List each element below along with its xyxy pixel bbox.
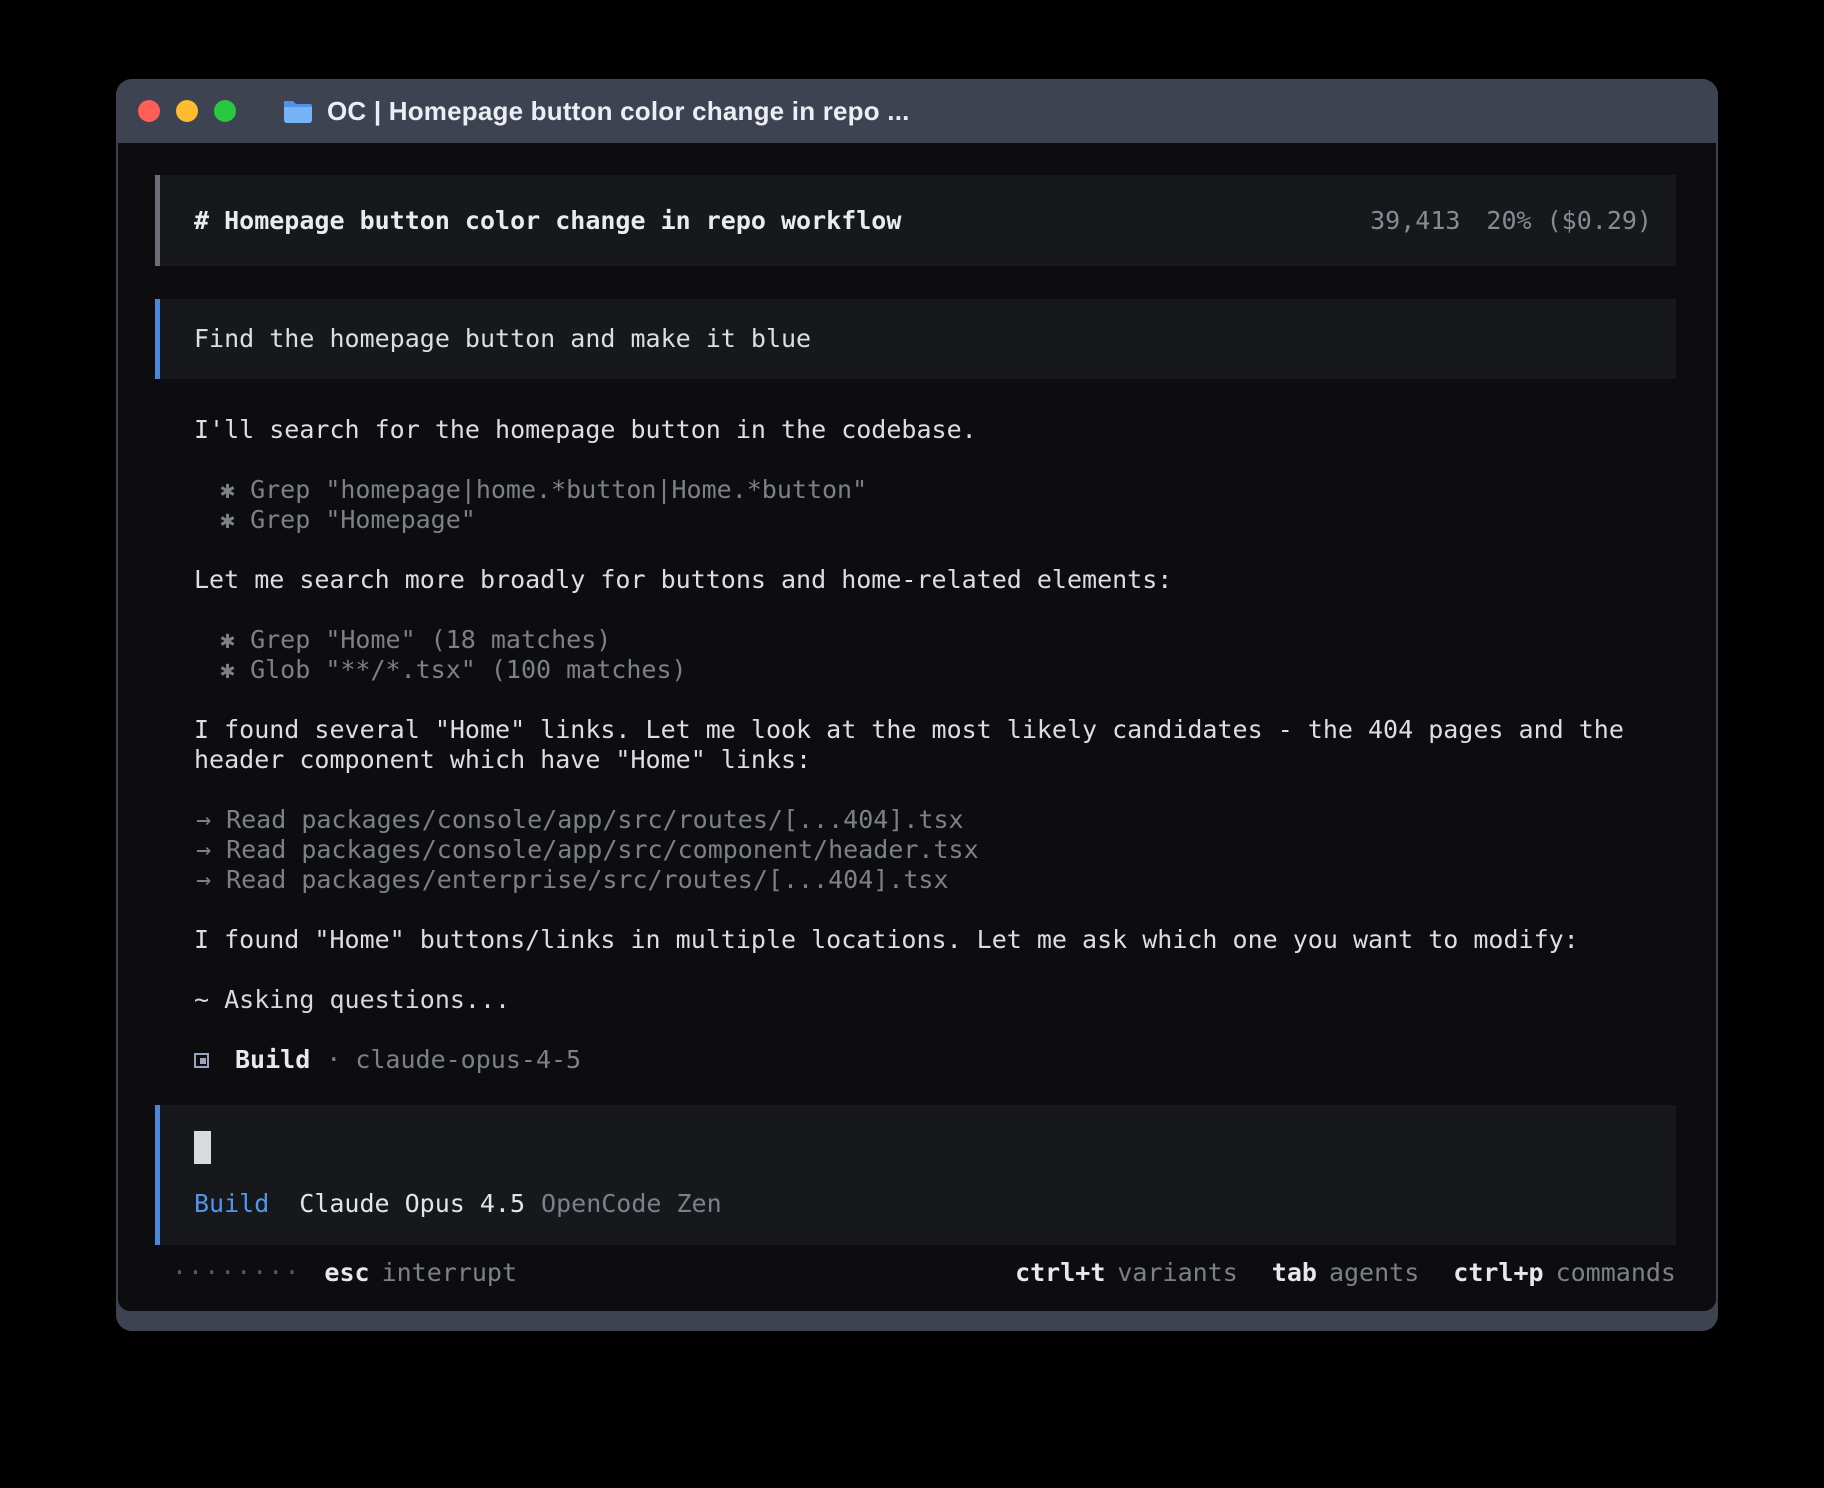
conversation: I'll search for the homepage button in t… xyxy=(155,415,1676,1075)
traffic-lights xyxy=(138,100,236,122)
tool-call-line: → Read packages/enterprise/src/routes/[..… xyxy=(196,865,1676,895)
hint-agents: tab agents xyxy=(1272,1258,1419,1288)
hint-commands: ctrl+p commands xyxy=(1453,1258,1676,1288)
input-provider-label: OpenCode Zen xyxy=(541,1189,722,1219)
assistant-message: I found "Home" buttons/links in multiple… xyxy=(194,925,1676,955)
context-usage-cost: 20% ($0.29) xyxy=(1486,206,1652,236)
text-cursor xyxy=(194,1131,211,1164)
tool-call-group: → Read packages/console/app/src/routes/[.… xyxy=(194,805,1676,895)
folder-icon xyxy=(282,99,312,123)
input-model-label[interactable]: Claude Opus 4.5 xyxy=(299,1189,525,1219)
read-arrow-icon: → xyxy=(196,835,211,864)
tool-call-line: ✱ Glob "**/*.tsx" (100 matches) xyxy=(220,655,1676,685)
hint-key: ctrl+p xyxy=(1453,1258,1543,1288)
spinner-dots-icon: ········ xyxy=(172,1258,300,1288)
tool-call-text: Read packages/enterprise/src/routes/[...… xyxy=(226,865,948,894)
input-agent-label[interactable]: Build xyxy=(194,1189,269,1219)
user-message: Find the homepage button and make it blu… xyxy=(155,299,1676,379)
minimize-button[interactable] xyxy=(176,100,198,122)
session-title: # Homepage button color change in repo w… xyxy=(194,206,901,236)
terminal-content[interactable]: # Homepage button color change in repo w… xyxy=(118,143,1716,1311)
tool-call-text: Read packages/console/app/src/routes/[..… xyxy=(226,805,964,834)
assistant-message: Let me search more broadly for buttons a… xyxy=(194,565,1676,595)
hint-variants: ctrl+t variants xyxy=(1015,1258,1238,1288)
grep-bullet-icon: ✱ xyxy=(220,475,235,504)
agent-name: Build xyxy=(235,1045,310,1075)
tool-call-text: Glob "**/*.tsx" (100 matches) xyxy=(250,655,687,684)
asking-questions-status: ~ Asking questions... xyxy=(194,985,1676,1015)
window-title: OC | Homepage button color change in rep… xyxy=(327,96,910,127)
assistant-message: I found several "Home" links. Let me loo… xyxy=(194,715,1676,775)
hint-label: commands xyxy=(1556,1258,1676,1288)
hint-key: esc xyxy=(324,1258,369,1288)
tool-call-line: → Read packages/console/app/src/component… xyxy=(196,835,1676,865)
tool-call-line: → Read packages/console/app/src/routes/[.… xyxy=(196,805,1676,835)
status-bar: ········ esc interrupt ctrl+t variants t… xyxy=(155,1258,1676,1288)
grep-bullet-icon: ✱ xyxy=(220,625,235,654)
hint-label: agents xyxy=(1329,1258,1419,1288)
input-meta: Build Claude Opus 4.5 OpenCode Zen xyxy=(194,1189,1652,1219)
agent-status-line: Build · claude-opus-4-5 xyxy=(194,1045,1676,1075)
status-bar-left: ········ esc interrupt xyxy=(172,1258,517,1288)
read-arrow-icon: → xyxy=(196,805,211,834)
tool-call-text: Grep "homepage|home.*button|Home.*button… xyxy=(250,475,867,504)
terminal-window: OC | Homepage button color change in rep… xyxy=(116,79,1718,1331)
user-message-text: Find the homepage button and make it blu… xyxy=(194,324,811,354)
tool-call-text: Grep "Homepage" xyxy=(250,505,476,534)
tool-call-group: ✱ Grep "Home" (18 matches) ✱ Glob "**/*.ts… xyxy=(194,625,1676,685)
session-stats: 39,413 20% ($0.29) xyxy=(1370,206,1652,236)
hint-interrupt: esc interrupt xyxy=(324,1258,517,1288)
close-button[interactable] xyxy=(138,100,160,122)
tool-call-line: ✱ Grep "Home" (18 matches) xyxy=(220,625,1676,655)
tool-call-line: ✱ Grep "Homepage" xyxy=(220,505,1676,535)
zoom-button[interactable] xyxy=(214,100,236,122)
agent-model: claude-opus-4-5 xyxy=(355,1045,581,1075)
assistant-message: I'll search for the homepage button in t… xyxy=(194,415,1676,445)
separator-dot: · xyxy=(326,1045,341,1075)
session-header: # Homepage button color change in repo w… xyxy=(155,175,1676,266)
grep-bullet-icon: ✱ xyxy=(220,505,235,534)
prompt-input[interactable]: Build Claude Opus 4.5 OpenCode Zen xyxy=(155,1105,1676,1245)
tool-call-text: Grep "Home" (18 matches) xyxy=(250,625,611,654)
status-bar-right: ctrl+t variants tab agents ctrl+p comman… xyxy=(1015,1258,1676,1288)
desktop-background: OC | Homepage button color change in rep… xyxy=(0,0,1824,1488)
hint-key: tab xyxy=(1272,1258,1317,1288)
glob-bullet-icon: ✱ xyxy=(220,655,235,684)
token-count: 39,413 xyxy=(1370,206,1460,236)
square-dot-icon xyxy=(194,1053,209,1068)
tool-call-line: ✱ Grep "homepage|home.*button|Home.*butto… xyxy=(220,475,1676,505)
read-arrow-icon: → xyxy=(196,865,211,894)
window-titlebar[interactable]: OC | Homepage button color change in rep… xyxy=(116,79,1718,143)
hint-label: variants xyxy=(1117,1258,1237,1288)
tool-call-group: ✱ Grep "homepage|home.*button|Home.*butto… xyxy=(194,475,1676,535)
tool-call-text: Read packages/console/app/src/component/… xyxy=(226,835,979,864)
hint-key: ctrl+t xyxy=(1015,1258,1105,1288)
hint-label: interrupt xyxy=(382,1258,517,1288)
